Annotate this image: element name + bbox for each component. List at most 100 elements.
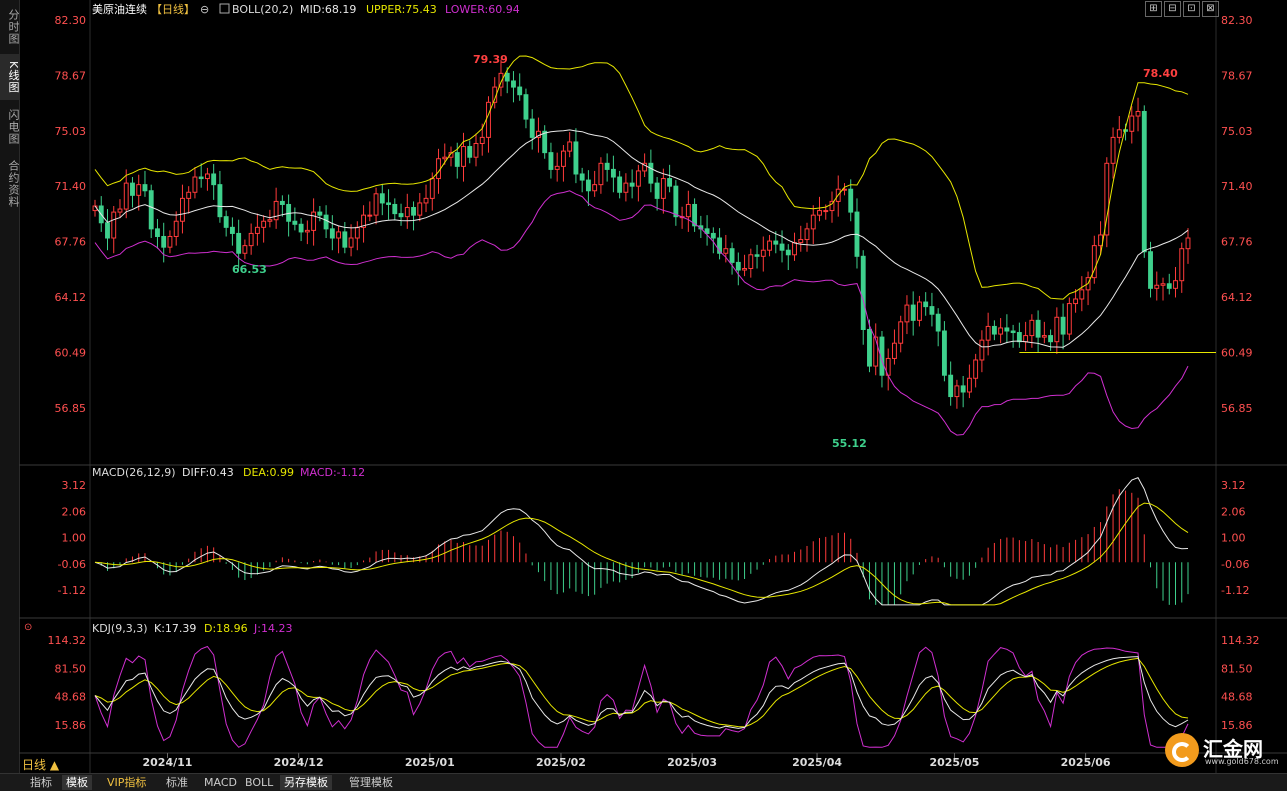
tab-save-template[interactable]: 另存模板: [280, 775, 332, 790]
candle-body: [329, 228, 335, 239]
logo-url: www.gold678.com: [1205, 757, 1279, 766]
macd-right-tick: 3.12: [1221, 479, 1246, 492]
candle-body: [130, 182, 135, 196]
candle-body: [504, 72, 510, 82]
kdj-j: J:14.23: [253, 622, 292, 635]
candle-body: [354, 226, 360, 239]
candle-body: [348, 237, 354, 248]
main-right-tick: 56.85: [1221, 402, 1253, 415]
candle-body: [635, 170, 641, 187]
candle-body: [1023, 335, 1029, 343]
zoom-out-button[interactable]: ⊟: [1164, 1, 1181, 17]
tab-boll[interactable]: BOLL: [241, 775, 277, 790]
candle-body: [667, 178, 673, 187]
x-tick-label: 2025/05: [929, 756, 979, 769]
tab-indicators[interactable]: 指标: [26, 775, 56, 790]
window-controls: ⊞ ⊟ ⊡ ⊠: [1145, 1, 1219, 17]
macd-left-tick: 3.12: [62, 479, 87, 492]
candle-body: [941, 330, 947, 376]
tab-macd[interactable]: MACD: [200, 775, 241, 790]
candle-body: [180, 197, 185, 222]
candle-body: [1010, 330, 1016, 334]
indicator-icon[interactable]: [219, 3, 230, 14]
crosshair-button[interactable]: ⊞: [1145, 1, 1162, 17]
candle-body: [1016, 332, 1022, 343]
candle-body: [817, 210, 822, 216]
candle-body: [542, 130, 548, 154]
tab-manage-template[interactable]: 管理模板: [345, 775, 397, 790]
candle-body: [729, 248, 735, 263]
candle-body: [486, 101, 491, 138]
candle-body: [892, 342, 897, 359]
kdj-settings-icon[interactable]: ⊙: [24, 622, 32, 633]
candle-body: [267, 219, 273, 222]
chart-canvas[interactable]: 美原油连续 【日线】 ⊖ BOLL(20,2) MID:68.19 UPPER:…: [0, 0, 1287, 773]
macd-right-tick: -0.06: [1221, 558, 1249, 571]
tab-standard[interactable]: 标准: [162, 775, 192, 790]
low-annotation-1: 66.53: [232, 263, 267, 276]
kdj-right-tick: 48.68: [1221, 691, 1253, 704]
candle-body: [960, 385, 966, 393]
candle-body: [966, 377, 972, 393]
candle-body: [867, 328, 872, 367]
candle-body: [629, 182, 635, 187]
candle-body: [792, 242, 797, 256]
candle-body: [223, 216, 229, 228]
boll-mid: MID:68.19: [300, 3, 356, 16]
candle-body: [1116, 129, 1122, 138]
candle-body: [123, 182, 129, 210]
boll-mid-line: [94, 129, 1189, 348]
candle-body: [760, 249, 766, 257]
candle-body: [379, 193, 385, 204]
tab-vip-indicators[interactable]: VIP指标: [103, 775, 150, 790]
candle-body: [298, 223, 304, 233]
close-panel-button[interactable]: ⊠: [1202, 1, 1219, 17]
candle-body: [167, 235, 173, 248]
candle-body: [935, 313, 941, 332]
candle-body: [173, 220, 179, 237]
candle-body: [311, 211, 317, 231]
candle-body: [735, 261, 741, 271]
candle-body: [823, 210, 829, 213]
macd-label: MACD(26,12,9): [92, 466, 176, 479]
main-left-tick: 82.30: [55, 14, 87, 27]
candle-body: [1141, 110, 1147, 253]
candle-body: [898, 321, 904, 344]
candle-body: [1066, 303, 1072, 335]
macd-left-tick: -0.06: [58, 558, 86, 571]
instrument-title: 美原油连续: [92, 2, 147, 16]
candle-body: [1004, 327, 1010, 332]
candle-body: [1029, 319, 1035, 337]
macd-diff: DIFF:0.43: [182, 466, 234, 479]
candle-body: [654, 182, 660, 199]
period-selector[interactable]: 日线 ▲: [22, 756, 59, 773]
restore-button[interactable]: ⊡: [1183, 1, 1200, 17]
candle-body: [910, 304, 916, 321]
high-annotation-2: 78.40: [1143, 67, 1178, 80]
candle-body: [1135, 110, 1141, 117]
candle-body: [773, 240, 779, 245]
candle-body: [417, 202, 423, 216]
candle-body: [1148, 251, 1153, 289]
candle-body: [423, 197, 429, 204]
candle-body: [923, 301, 929, 308]
low-annotation-2: 55.12: [832, 437, 867, 450]
candle-body: [136, 184, 142, 196]
candle-body: [873, 336, 879, 367]
kdj-panel: [94, 645, 1189, 748]
candle-body: [954, 385, 960, 398]
boll-lower: LOWER:60.94: [445, 3, 520, 16]
macd-right-tick: -1.12: [1221, 584, 1249, 597]
macd-panel: [94, 476, 1189, 606]
macd-dea: DEA:0.99: [243, 466, 294, 479]
x-tick-label: 2025/02: [536, 756, 586, 769]
candle-body: [648, 162, 654, 184]
x-tick-label: 2025/03: [667, 756, 717, 769]
tab-template[interactable]: 模板: [62, 775, 92, 790]
candle-body: [767, 240, 772, 251]
settings-icon[interactable]: ⊖: [200, 3, 209, 16]
candle-body: [673, 185, 679, 218]
candle-body: [367, 214, 373, 217]
candle-body: [779, 243, 785, 251]
macd-diff-line: [94, 476, 1189, 606]
